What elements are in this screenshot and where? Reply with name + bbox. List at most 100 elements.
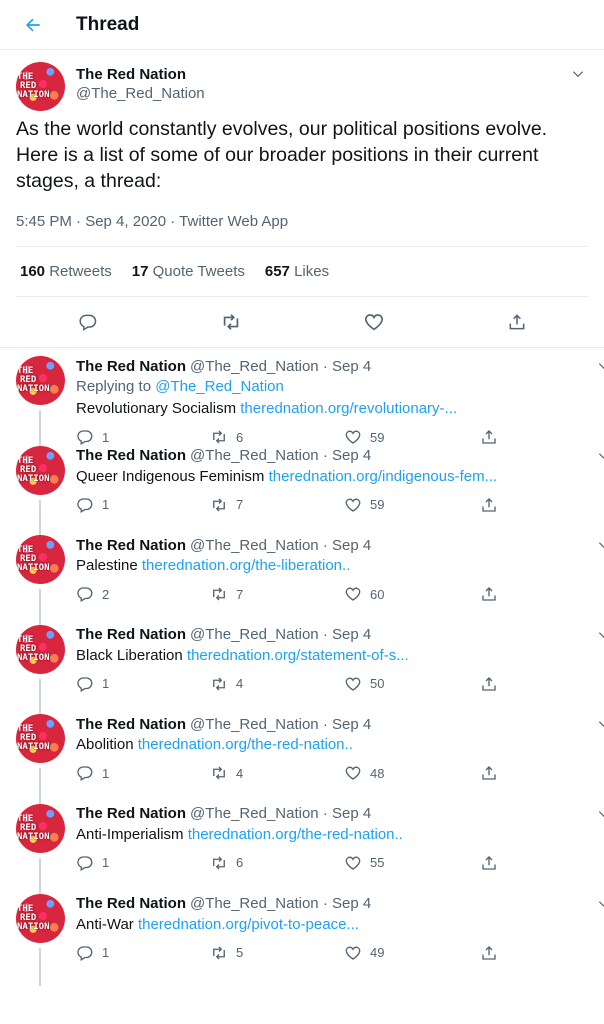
replying-to-link[interactable]: @The_Red_Nation [155, 378, 284, 395]
reply-button[interactable]: 1 [76, 854, 210, 872]
author-name[interactable]: The Red Nation [76, 716, 186, 733]
share-button[interactable] [480, 854, 604, 872]
avatar-logo-text: THE RED NATION [17, 366, 50, 394]
like-button[interactable]: 48 [344, 764, 478, 782]
author-name[interactable]: The Red Nation [76, 626, 186, 643]
avatar[interactable]: THE RED NATION [16, 803, 65, 853]
share-button[interactable] [480, 496, 604, 514]
reply-icon [77, 766, 93, 782]
share-button[interactable] [480, 944, 604, 962]
author-name[interactable]: The Red Nation [76, 358, 186, 375]
reply-button[interactable]: 1 [76, 764, 210, 782]
like-button[interactable]: 50 [344, 675, 478, 693]
reply-actions: 1 4 48 [76, 758, 604, 788]
retweet-button[interactable]: 5 [210, 944, 344, 962]
avatar-logo-text: THE RED NATION [17, 903, 50, 932]
retweets-stat[interactable]: 160 Retweets [20, 263, 112, 280]
heart-icon [345, 856, 361, 870]
like-button[interactable]: 60 [344, 585, 478, 603]
reply-tweet[interactable]: THE RED NATION The Red Nation @The_Red_Nat… [0, 796, 604, 896]
retweet-button[interactable]: 4 [210, 764, 344, 782]
reply-icon [77, 497, 93, 513]
retweet-button[interactable]: 4 [210, 675, 344, 693]
chevron-down-icon[interactable] [594, 625, 604, 645]
avatar[interactable]: THE RED NATION [16, 893, 65, 943]
quote-tweets-stat[interactable]: 17 Quote Tweets [132, 263, 245, 280]
reply-button[interactable]: 1 [76, 496, 210, 514]
reply-icon [77, 587, 93, 603]
heart-icon [345, 766, 361, 781]
author-handle-date[interactable]: @The_Red_Nation · Sep 4 [190, 537, 371, 554]
reply-tweet[interactable]: THE RED NATION The Red Nation @The_Red_Nat… [0, 438, 604, 538]
tweet-link[interactable]: therednation.org/the-red-nation.. [138, 736, 353, 753]
reply-text: Anti-War therednation.org/pivot-to-peace… [76, 915, 359, 933]
retweet-count: 6 [236, 855, 244, 871]
author-handle-date[interactable]: @The_Red_Nation · Sep 4 [190, 358, 371, 375]
retweet-icon[interactable] [214, 305, 248, 339]
reply-tweet[interactable]: THE RED NATION The Red Nation @The_Red_Nat… [0, 617, 604, 717]
retweet-button[interactable]: 7 [210, 496, 344, 514]
reply-count: 1 [102, 765, 110, 781]
share-button[interactable] [480, 675, 604, 693]
chevron-down-icon[interactable] [594, 446, 604, 466]
author-handle-date[interactable]: @The_Red_Nation · Sep 4 [190, 626, 371, 643]
retweet-icon [213, 856, 225, 870]
author-handle-date[interactable]: @The_Red_Nation · Sep 4 [190, 805, 371, 822]
author-handle-date[interactable]: @The_Red_Nation · Sep 4 [190, 895, 371, 912]
share-icon[interactable] [500, 305, 534, 339]
retweet-button[interactable]: 7 [210, 585, 344, 603]
chevron-down-icon[interactable] [568, 64, 588, 84]
chevron-down-icon[interactable] [594, 535, 604, 555]
heart-icon [345, 677, 361, 691]
chevron-down-icon[interactable] [594, 894, 604, 914]
tweet-link[interactable]: therednation.org/the-red-nation.. [188, 826, 403, 843]
author-handle-date[interactable]: @The_Red_Nation · Sep 4 [190, 447, 371, 464]
heart-icon [345, 498, 361, 512]
avatar[interactable]: THE RED NATION [16, 535, 65, 585]
author-handle[interactable]: @The_Red_Nation [76, 85, 205, 102]
reply-tweet[interactable]: THE RED NATION The Red Nation @The_Red_Nat… [0, 886, 604, 986]
reply-text: Black Liberation therednation.org/statem… [76, 646, 409, 664]
back-arrow-icon[interactable] [16, 8, 50, 42]
reply-button[interactable]: 1 [76, 675, 210, 693]
reply-button[interactable]: 1 [76, 944, 210, 962]
reply-tweet[interactable]: THE RED NATION The Red Nation @The_Red_Nat… [0, 348, 604, 448]
tweet-link[interactable]: therednation.org/revolutionary-... [240, 400, 457, 417]
author-name[interactable]: The Red Nation [76, 805, 186, 822]
tweet-timestamp[interactable]: 5:45 PM · Sep 4, 2020 · Twitter Web App [16, 208, 588, 236]
retweet-button[interactable]: 6 [210, 854, 344, 872]
author-handle-date[interactable]: @The_Red_Nation · Sep 4 [190, 716, 371, 733]
main-tweet: THE RED NATION The Red Nation @The_Red_Nat… [0, 50, 604, 348]
heart-icon[interactable] [357, 305, 391, 339]
avatar-logo-text: THE RED NATION [17, 724, 50, 753]
chevron-down-icon[interactable] [594, 356, 604, 376]
tweet-link[interactable]: therednation.org/statement-of-s... [187, 647, 409, 664]
author-name[interactable]: The Red Nation [76, 66, 205, 83]
share-button[interactable] [480, 764, 604, 782]
chevron-down-icon[interactable] [594, 804, 604, 824]
reply-tweet[interactable]: THE RED NATION The Red Nation @The_Red_Nat… [0, 706, 604, 807]
author-name[interactable]: The Red Nation [76, 537, 186, 554]
share-icon [482, 497, 496, 512]
avatar[interactable]: THE RED NATION [16, 356, 65, 405]
share-button[interactable] [480, 585, 604, 603]
avatar[interactable]: THE RED NATION [16, 445, 65, 495]
reply-tweet[interactable]: THE RED NATION The Red Nation @The_Red_Nat… [0, 527, 604, 628]
tweet-link[interactable]: therednation.org/indigenous-fem... [269, 468, 497, 485]
tweet-link[interactable]: therednation.org/the-liberation.. [142, 557, 350, 574]
like-button[interactable]: 59 [344, 496, 478, 514]
reply-icon [77, 856, 93, 871]
author-name[interactable]: The Red Nation [76, 447, 186, 464]
author-name[interactable]: The Red Nation [76, 895, 186, 912]
like-button[interactable]: 49 [344, 944, 478, 962]
likes-stat[interactable]: 657 Likes [265, 263, 329, 280]
like-button[interactable]: 55 [344, 854, 478, 872]
tweet-link[interactable]: therednation.org/pivot-to-peace... [138, 916, 359, 933]
avatar[interactable]: THE RED NATION [16, 714, 65, 764]
reply-button[interactable]: 2 [76, 585, 210, 603]
reply-icon[interactable] [71, 305, 105, 339]
avatar-logo-text: THE RED NATION [17, 455, 50, 484]
avatar[interactable]: THE RED NATION [16, 624, 65, 674]
avatar[interactable]: THE RED NATION [16, 62, 65, 111]
chevron-down-icon[interactable] [594, 714, 604, 734]
